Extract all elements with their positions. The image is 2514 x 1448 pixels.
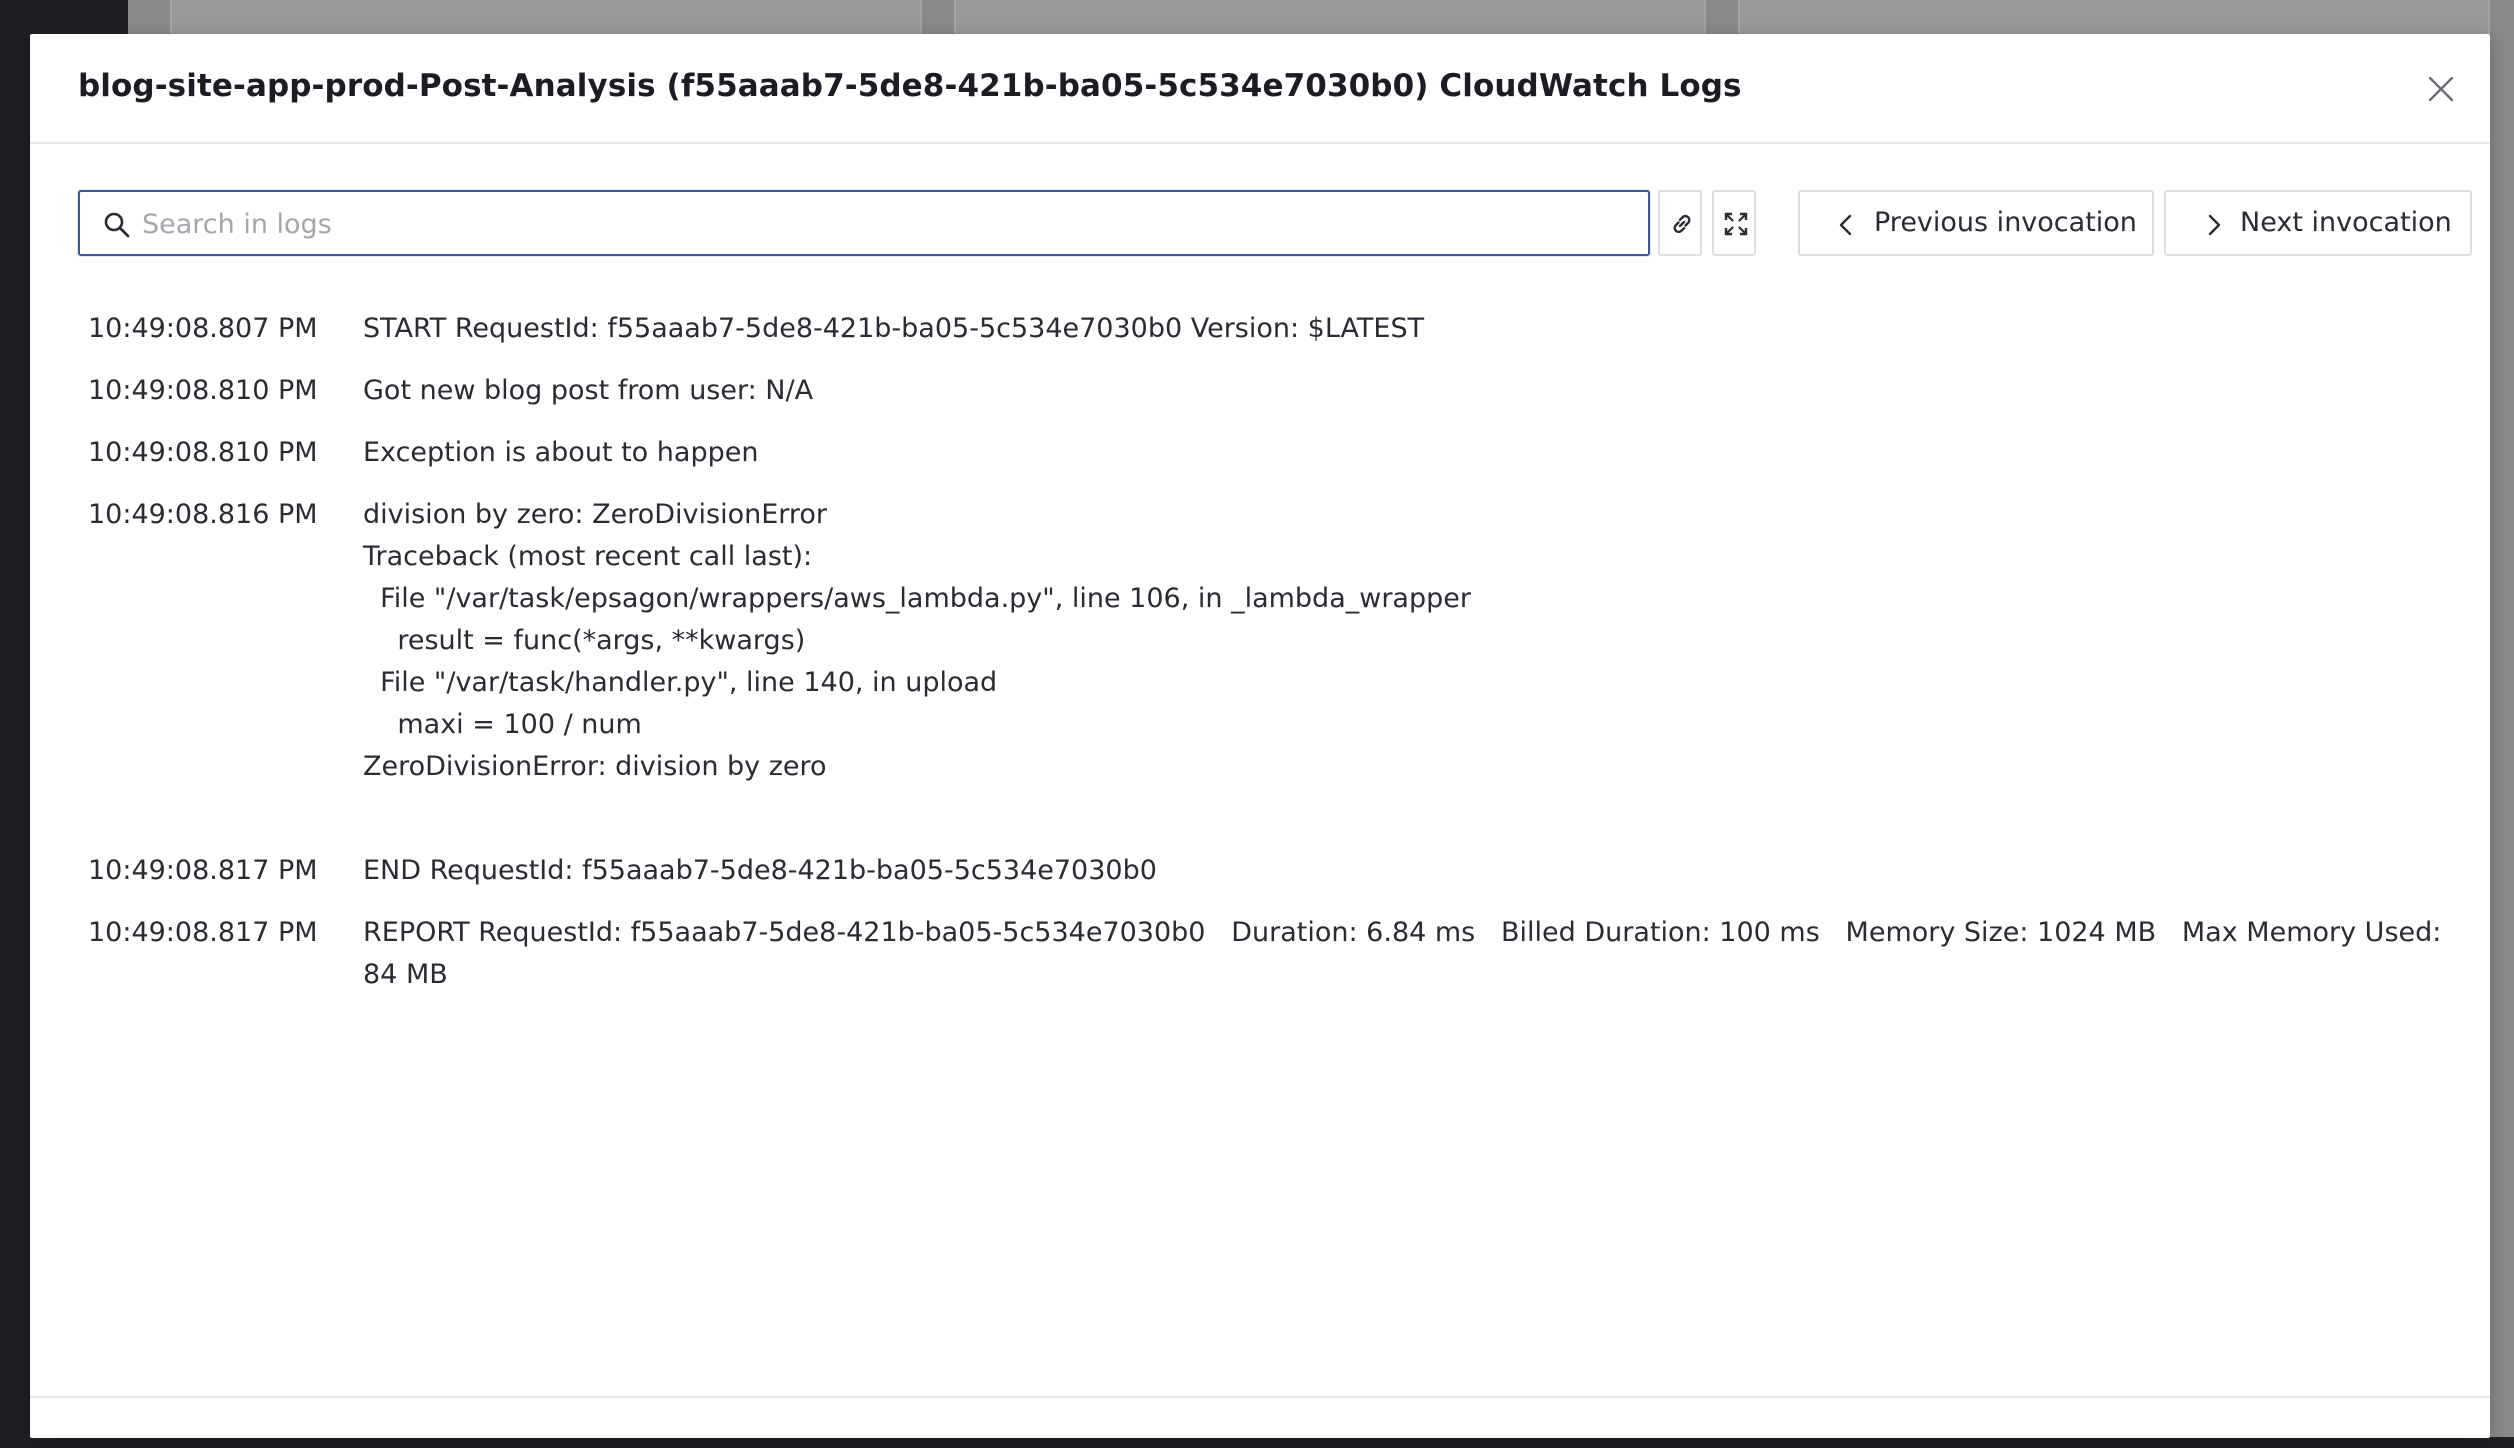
log-timestamp: 10:49:08.816 PM [88,499,318,530]
background-card [954,0,1706,34]
modal-header: blog-site-app-prod-Post-Analysis (f55aaa… [30,34,2490,144]
log-timestamp: 10:49:08.810 PM [88,437,318,468]
previous-invocation-label: Previous invocation [1874,207,2137,238]
log-timestamp: 10:49:08.817 PM [88,855,318,886]
log-message: Got new blog post from user: N/A [363,375,814,406]
chevron-left-icon [1839,214,1852,236]
close-icon [2428,76,2454,102]
log-message: Exception is about to happen [363,437,759,468]
log-timestamp: 10:49:08.807 PM [88,313,318,344]
log-message: END RequestId: f55aaab7-5de8-421b-ba05-5… [363,855,1157,886]
log-timestamp: 10:49:08.810 PM [88,375,318,406]
search-box [78,190,1650,256]
logs-toolbar: Previous invocation Next invocation [78,190,2472,256]
modal-footer-divider [30,1396,2490,1398]
app-footer-strip [0,1437,2514,1448]
link-icon [1673,214,1691,234]
log-message: division by zero: ZeroDivisionError Trac… [363,499,1471,782]
previous-invocation-button[interactable]: Previous invocation [1798,190,2154,256]
search-icon [104,212,130,238]
next-invocation-label: Next invocation [2240,207,2452,238]
modal-title: blog-site-app-prod-Post-Analysis (f55aaa… [78,68,1742,104]
chevron-right-icon [2208,214,2221,236]
log-timestamp: 10:49:08.817 PM [88,917,318,948]
fullscreen-button[interactable] [1712,190,1756,256]
log-message: REPORT RequestId: f55aaab7-5de8-421b-ba0… [363,917,2450,990]
background-card [1738,0,2490,34]
next-invocation-button[interactable]: Next invocation [2164,190,2472,256]
close-button[interactable] [2424,72,2458,106]
background-card [170,0,922,34]
copy-link-button[interactable] [1658,190,1702,256]
cloudwatch-logs-modal: blog-site-app-prod-Post-Analysis (f55aaa… [30,34,2490,1438]
search-input[interactable] [140,198,1634,250]
expand-icon [1724,212,1748,236]
log-message: START RequestId: f55aaab7-5de8-421b-ba05… [363,313,1425,344]
